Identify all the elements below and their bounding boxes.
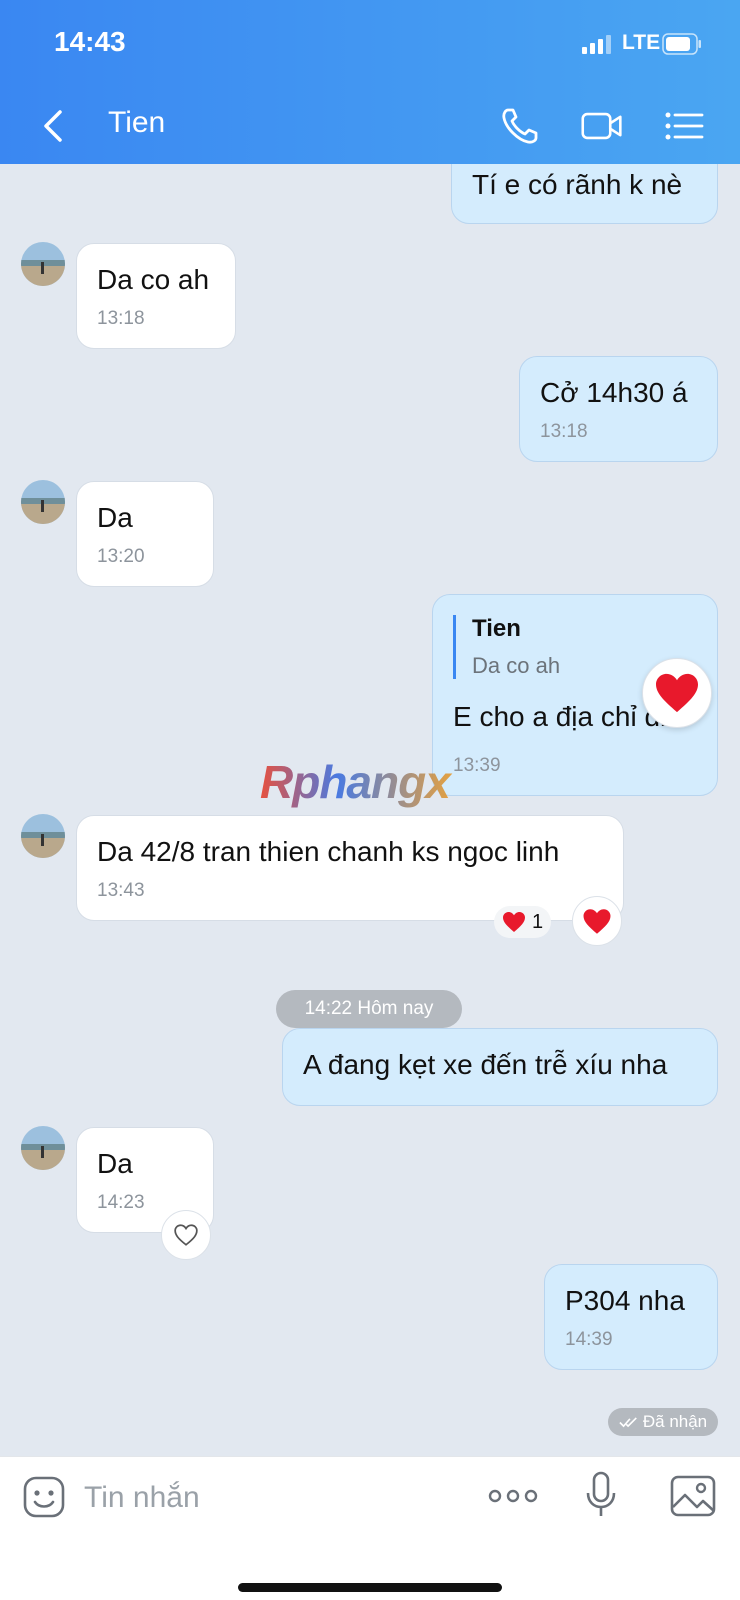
delivery-status-label: Đã nhận bbox=[642, 1412, 708, 1431]
menu-list-icon[interactable] bbox=[662, 104, 706, 148]
message-bubble-outgoing[interactable]: A đang kẹt xe đến trễ xíu nha bbox=[282, 1028, 718, 1106]
message-input[interactable] bbox=[84, 1475, 464, 1521]
contact-avatar[interactable] bbox=[21, 242, 65, 286]
image-gallery-icon[interactable] bbox=[670, 1475, 716, 1517]
message-time: 13:20 bbox=[97, 546, 145, 567]
message-composer bbox=[0, 1456, 740, 1600]
heart-outline-icon bbox=[174, 1224, 198, 1246]
message-bubble-incoming[interactable]: Da 13:20 bbox=[76, 481, 214, 587]
message-bubble-incoming[interactable]: Da co ah 13:18 bbox=[76, 243, 236, 349]
video-call-icon[interactable] bbox=[580, 104, 624, 148]
message-list[interactable]: Tí e có rãnh k nè Da co ah 13:18 Cở 14h3… bbox=[0, 164, 740, 1456]
phone-call-icon[interactable] bbox=[498, 104, 542, 148]
double-check-icon bbox=[619, 1416, 637, 1427]
reaction-heart-button[interactable] bbox=[642, 658, 712, 728]
message-time: 13:18 bbox=[540, 421, 588, 442]
back-icon[interactable] bbox=[36, 104, 70, 148]
reaction-heart-button[interactable] bbox=[572, 896, 622, 946]
message-text: Da 42/8 tran thien chanh ks ngoc linh bbox=[97, 836, 560, 867]
signal-icon bbox=[582, 35, 611, 54]
message-text: Da bbox=[97, 502, 133, 533]
chat-header: 14:43 LTE Tien bbox=[0, 0, 740, 164]
heart-icon bbox=[656, 673, 698, 713]
microphone-icon[interactable] bbox=[584, 1471, 618, 1519]
svg-text:Rphangx: Rphangx bbox=[260, 756, 453, 808]
watermark-logo: Rphangx bbox=[260, 756, 454, 808]
date-divider: 14:22 Hôm nay bbox=[276, 990, 462, 1028]
message-text: Da bbox=[97, 1148, 133, 1179]
delivery-status: Đã nhận bbox=[608, 1408, 718, 1436]
message-text: Da co ah bbox=[97, 264, 210, 295]
message-bubble-outgoing[interactable]: Cở 14h30 á 13:18 bbox=[519, 356, 718, 462]
message-bubble-outgoing[interactable]: Tí e có rãnh k nè bbox=[451, 164, 718, 224]
contact-avatar[interactable] bbox=[21, 814, 65, 858]
battery-icon bbox=[662, 33, 701, 55]
message-time: 13:43 bbox=[97, 880, 145, 901]
message-text: Tí e có rãnh k nè bbox=[472, 169, 683, 200]
contact-avatar[interactable] bbox=[21, 480, 65, 524]
reaction-count: 1 bbox=[532, 910, 544, 933]
message-text: A đang kẹt xe đến trễ xíu nha bbox=[303, 1049, 668, 1080]
contact-avatar[interactable] bbox=[21, 1126, 65, 1170]
contact-name[interactable]: Tien bbox=[108, 106, 165, 140]
message-text: P304 nha bbox=[565, 1285, 685, 1316]
sticker-icon[interactable] bbox=[22, 1475, 66, 1519]
message-time: 13:39 bbox=[453, 755, 501, 776]
status-time: 14:43 bbox=[54, 26, 126, 57]
reaction-count-badge[interactable]: 1 bbox=[494, 906, 552, 938]
home-indicator bbox=[238, 1583, 502, 1592]
message-bubble-incoming[interactable]: Da 42/8 tran thien chanh ks ngoc linh 13… bbox=[76, 815, 624, 921]
more-options-icon[interactable] bbox=[488, 1483, 538, 1509]
message-time: 13:18 bbox=[97, 308, 145, 329]
message-text: Cở 14h30 á bbox=[540, 377, 688, 408]
heart-icon bbox=[503, 912, 525, 932]
message-bubble-outgoing[interactable]: P304 nha 14:39 bbox=[544, 1264, 718, 1370]
message-time: 14:39 bbox=[565, 1329, 613, 1350]
react-button[interactable] bbox=[161, 1210, 211, 1260]
reply-author: Tien bbox=[472, 615, 521, 642]
network-label: LTE bbox=[622, 31, 661, 54]
heart-icon bbox=[583, 908, 611, 934]
